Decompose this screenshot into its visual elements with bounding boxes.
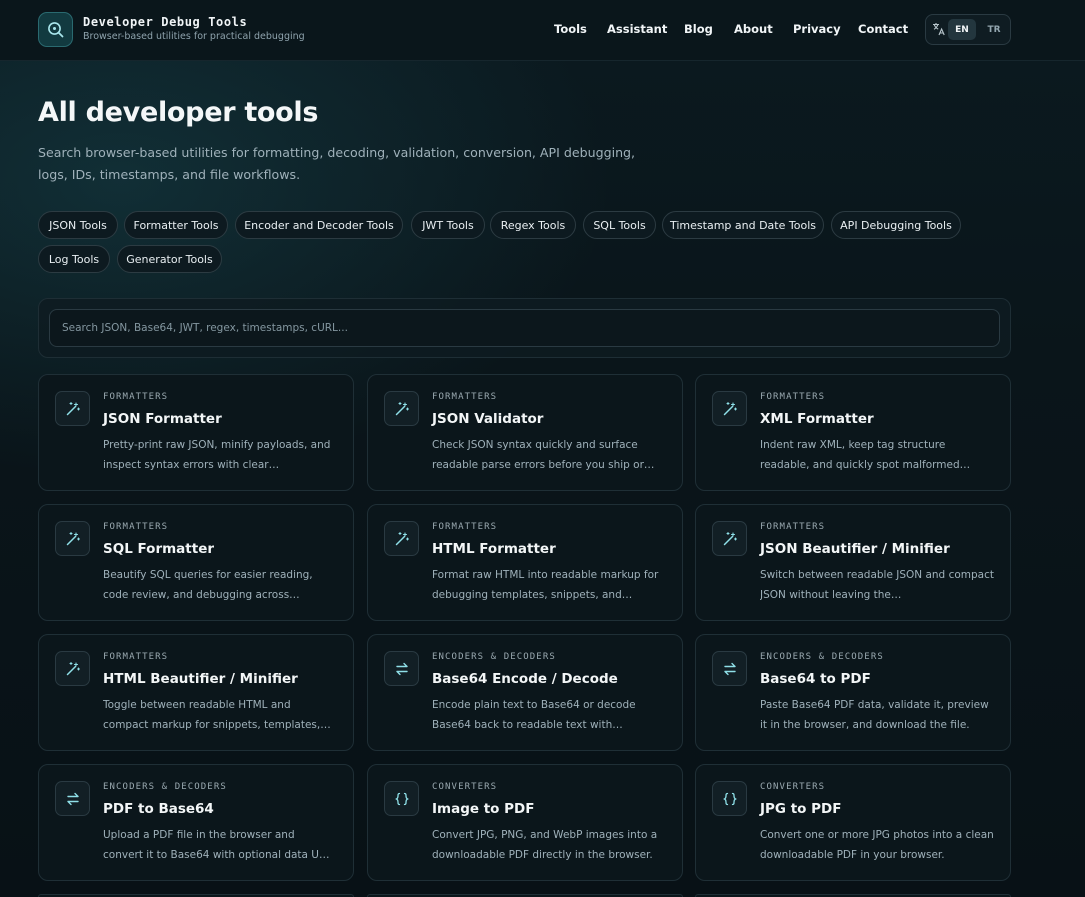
- card-title: Base64 to PDF: [760, 671, 871, 687]
- swap-arrows-icon: [712, 651, 747, 686]
- nav-item-contact[interactable]: Contact: [858, 22, 908, 36]
- page-description: Search browser-based utilities for forma…: [38, 145, 636, 182]
- brand-logo[interactable]: [38, 12, 73, 47]
- tool-card-pdf-to-base64[interactable]: ENCODERS & DECODERS PDF to Base64 Upload…: [38, 764, 354, 881]
- tool-card-html-formatter[interactable]: FORMATTERS HTML Formatter Format raw HTM…: [367, 504, 683, 621]
- tool-card-json-formatter[interactable]: FORMATTERS JSON Formatter Pretty-print r…: [38, 374, 354, 491]
- card-title: Base64 Encode / Decode: [432, 671, 618, 687]
- tool-card-base64-encode-decode[interactable]: ENCODERS & DECODERS Base64 Encode / Deco…: [367, 634, 683, 751]
- card-description: Switch between readable JSON and compact…: [760, 569, 994, 601]
- translate-icon: [933, 23, 945, 36]
- nav-item-about[interactable]: About: [734, 22, 773, 36]
- card-title: HTML Beautifier / Minifier: [103, 671, 298, 687]
- magic-wand-icon: [384, 521, 419, 556]
- braces-icon: [384, 781, 419, 816]
- tool-card-xml-formatter[interactable]: FORMATTERS XML Formatter Indent raw XML,…: [695, 374, 1011, 491]
- card-category: FORMATTERS: [760, 522, 826, 532]
- card-title: PDF to Base64: [103, 801, 214, 817]
- tool-card-base64-to-pdf[interactable]: ENCODERS & DECODERS Base64 to PDF Paste …: [695, 634, 1011, 751]
- swap-arrows-icon: [55, 781, 90, 816]
- category-chip-sql[interactable]: SQL Tools: [583, 211, 656, 239]
- search-panel: [38, 298, 1011, 358]
- card-title: JSON Validator: [432, 411, 544, 427]
- lang-option-tr[interactable]: TR: [982, 19, 1006, 40]
- tool-card-jpg-to-pdf[interactable]: CONVERTERS JPG to PDF Convert one or mor…: [695, 764, 1011, 881]
- card-title: Image to PDF: [432, 801, 535, 817]
- card-description: Paste Base64 PDF data, validate it, prev…: [760, 699, 989, 731]
- brand-subtitle: Browser-based utilities for practical de…: [83, 31, 305, 42]
- card-description: Format raw HTML into readable markup for…: [432, 569, 659, 601]
- top-header: Developer Debug Tools Browser-based util…: [0, 0, 1085, 61]
- card-description: Encode plain text to Base64 or decode Ba…: [432, 699, 636, 731]
- card-category: ENCODERS & DECODERS: [432, 652, 556, 662]
- magic-wand-icon: [55, 391, 90, 426]
- card-description: Convert one or more JPG photos into a cl…: [760, 829, 994, 861]
- category-chip-formatter[interactable]: Formatter Tools: [124, 211, 228, 239]
- card-description: Toggle between readable HTML and compact…: [103, 699, 331, 731]
- tool-search-input[interactable]: [49, 309, 1000, 347]
- category-chip-jwt[interactable]: JWT Tools: [411, 211, 485, 239]
- card-description: Beautify SQL queries for easier reading,…: [103, 569, 313, 601]
- tool-card-sql-formatter[interactable]: FORMATTERS SQL Formatter Beautify SQL qu…: [38, 504, 354, 621]
- category-chip-timestamp-date[interactable]: Timestamp and Date Tools: [662, 211, 824, 239]
- magic-wand-icon: [712, 521, 747, 556]
- search-code-icon: [48, 22, 64, 38]
- tool-card-json-validator[interactable]: FORMATTERS JSON Validator Check JSON syn…: [367, 374, 683, 491]
- swap-arrows-icon: [384, 651, 419, 686]
- card-category: FORMATTERS: [103, 522, 169, 532]
- card-title: JSON Beautifier / Minifier: [760, 541, 950, 557]
- card-description: Convert JPG, PNG, and WebP images into a…: [432, 829, 658, 861]
- lang-option-en[interactable]: EN: [948, 19, 976, 40]
- nav-item-privacy[interactable]: Privacy: [793, 22, 841, 36]
- card-description: Pretty-print raw JSON, minify payloads, …: [103, 439, 331, 471]
- card-description: Check JSON syntax quickly and surface re…: [432, 439, 655, 471]
- magic-wand-icon: [55, 521, 90, 556]
- nav-item-blog[interactable]: Blog: [684, 22, 713, 36]
- tool-card-image-to-pdf[interactable]: CONVERTERS Image to PDF Convert JPG, PNG…: [367, 764, 683, 881]
- card-category: CONVERTERS: [432, 782, 498, 792]
- page-title: All developer tools: [38, 97, 319, 128]
- card-category: FORMATTERS: [760, 392, 826, 402]
- category-chip-api-debugging[interactable]: API Debugging Tools: [831, 211, 961, 239]
- card-category: ENCODERS & DECODERS: [103, 782, 227, 792]
- card-title: SQL Formatter: [103, 541, 215, 557]
- braces-icon: [712, 781, 747, 816]
- magic-wand-icon: [712, 391, 747, 426]
- category-chip-generator[interactable]: Generator Tools: [117, 245, 222, 273]
- card-category: FORMATTERS: [103, 652, 169, 662]
- card-description: Indent raw XML, keep tag structure reada…: [760, 439, 971, 471]
- card-description: Upload a PDF file in the browser and con…: [103, 829, 330, 861]
- magic-wand-icon: [384, 391, 419, 426]
- tool-card-json-beautifier-minifier[interactable]: FORMATTERS JSON Beautifier / Minifier Sw…: [695, 504, 1011, 621]
- card-category: FORMATTERS: [432, 522, 498, 532]
- nav-item-assistant[interactable]: Assistant: [607, 22, 667, 36]
- card-title: JPG to PDF: [760, 801, 842, 817]
- category-chip-log[interactable]: Log Tools: [38, 245, 110, 273]
- tool-card-html-beautifier-minifier[interactable]: FORMATTERS HTML Beautifier / Minifier To…: [38, 634, 354, 751]
- brand-title[interactable]: Developer Debug Tools: [83, 15, 247, 29]
- card-title: HTML Formatter: [432, 541, 556, 557]
- language-switcher: EN TR: [925, 14, 1011, 45]
- category-chip-encoder-decoder[interactable]: Encoder and Decoder Tools: [235, 211, 403, 239]
- category-chip-json[interactable]: JSON Tools: [38, 211, 118, 239]
- category-chip-regex[interactable]: Regex Tools: [490, 211, 576, 239]
- nav-item-tools[interactable]: Tools: [554, 22, 587, 36]
- card-title: XML Formatter: [760, 411, 874, 427]
- card-category: ENCODERS & DECODERS: [760, 652, 884, 662]
- card-category: FORMATTERS: [432, 392, 498, 402]
- card-category: FORMATTERS: [103, 392, 169, 402]
- card-category: CONVERTERS: [760, 782, 826, 792]
- magic-wand-icon: [55, 651, 90, 686]
- card-title: JSON Formatter: [103, 411, 222, 427]
